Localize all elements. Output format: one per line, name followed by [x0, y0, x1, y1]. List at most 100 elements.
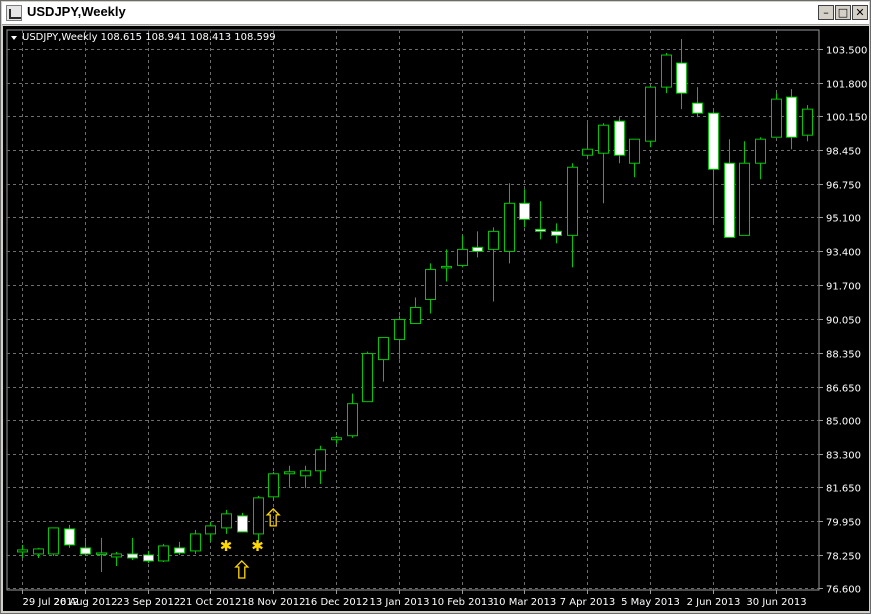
- title-bar[interactable]: USDJPY,Weekly – □ ✕: [2, 2, 869, 25]
- candle: [362, 351, 373, 403]
- dropdown-triangle-icon[interactable]: [11, 36, 17, 40]
- candle-body-bullish: [645, 86, 656, 142]
- minimize-button[interactable]: –: [818, 5, 834, 20]
- y-tick-label: 90.050: [826, 316, 861, 327]
- candle: [190, 529, 201, 554]
- close-button[interactable]: ✕: [852, 5, 868, 20]
- x-tick-label: 5 May 2013: [621, 597, 680, 608]
- candle-body-bullish: [221, 513, 232, 529]
- candle-body-bullish: [755, 138, 766, 164]
- candle-body-bullish: [739, 162, 750, 236]
- candle: [80, 537, 91, 556]
- candle: [504, 183, 515, 264]
- chart-area[interactable]: ✱ ✱ 103.500 101.800 100.150 98.450 96.750 95.1…: [3, 26, 869, 611]
- y-tick-label: 103.500: [826, 46, 867, 57]
- candle: [268, 471, 279, 501]
- candle: [472, 231, 483, 258]
- candle-body-bullish: [802, 108, 813, 136]
- candle: [629, 138, 640, 178]
- candle: [378, 337, 389, 382]
- candle: [755, 137, 766, 180]
- candle: [488, 227, 499, 302]
- chart-window: USDJPY,Weekly – □ ✕ ✱ ✱ 103.500 101.800 100…: [0, 0, 871, 614]
- x-tick-label: 10 Mar 2013: [493, 597, 556, 608]
- star-marker: ✱: [220, 537, 233, 555]
- candle-body-bullish: [111, 553, 122, 558]
- candle-body-bullish: [771, 98, 782, 138]
- candle-body-bearish: [127, 553, 138, 559]
- candle-body-bullish: [441, 265, 452, 269]
- candle: [519, 189, 530, 228]
- candle: [771, 93, 782, 138]
- candle-body-bullish: [205, 525, 216, 535]
- y-tick-label: 88.350: [826, 350, 861, 361]
- candle: [111, 551, 122, 566]
- candle: [284, 465, 295, 488]
- candle: [347, 393, 358, 438]
- y-tick-label: 91.700: [826, 282, 861, 293]
- star-marker: ✱: [251, 537, 264, 555]
- candle-body-bearish: [614, 120, 625, 156]
- candle: [441, 249, 452, 282]
- candle-body-bullish: [598, 124, 609, 154]
- candle: [127, 537, 138, 560]
- candle: [221, 509, 232, 534]
- time-axis: 29 Jul 201226 Aug 2012 23 Sep 2012 21 Oct …: [22, 590, 807, 608]
- candle: [724, 139, 735, 238]
- price-axis: 103.500 101.800 100.150 98.450 96.750 95.100 9…: [819, 46, 867, 596]
- candle: [457, 235, 468, 268]
- candle-body-bullish: [253, 497, 264, 535]
- candle: [661, 53, 672, 94]
- y-tick-label: 95.100: [826, 214, 861, 225]
- candle-body-bullish: [190, 533, 201, 552]
- candle-body-bearish: [519, 202, 530, 220]
- y-tick-label: 98.450: [826, 147, 861, 158]
- x-tick-label: 16 Dec 2012: [305, 597, 369, 608]
- candle-body-bullish: [488, 230, 499, 250]
- candle: [394, 315, 405, 360]
- candle-body-bearish: [472, 246, 483, 252]
- up-arrow-marker: [234, 560, 250, 579]
- chart-app-icon: [6, 5, 22, 21]
- candle: [582, 123, 593, 160]
- candle: [551, 223, 562, 244]
- x-tick-label: 26 Aug 2012: [53, 597, 117, 608]
- candle: [237, 512, 248, 533]
- candle-body-bullish: [17, 549, 28, 553]
- candle-body-bearish: [64, 528, 75, 546]
- candle: [174, 541, 185, 555]
- candle-body-bullish: [284, 471, 295, 475]
- candle-body-bullish: [661, 54, 672, 88]
- candle-body-bullish: [394, 319, 405, 341]
- y-tick-label: 93.400: [826, 248, 861, 259]
- candle-body-bullish: [425, 268, 436, 300]
- candle: [786, 89, 797, 150]
- candle-body-bullish: [96, 552, 107, 555]
- y-tick-label: 83.300: [826, 451, 861, 462]
- y-tick-label: 78.250: [826, 552, 861, 563]
- candle: [253, 495, 264, 542]
- candle-body-bearish: [535, 228, 546, 232]
- y-tick-label: 79.950: [826, 518, 861, 529]
- x-tick-label: 23 Sep 2012: [117, 597, 180, 608]
- candle-body-bearish: [237, 515, 248, 533]
- x-tick-label: 2 Jun 2013: [687, 597, 741, 608]
- maximize-button[interactable]: □: [835, 5, 851, 20]
- candle: [48, 527, 59, 556]
- candle: [567, 163, 578, 268]
- chart-header: USDJPY,Weekly 108.615 108.941 108.413 10…: [11, 32, 276, 43]
- candle: [535, 201, 546, 240]
- y-tick-label: 100.150: [826, 113, 867, 124]
- candle-body-bearish: [708, 112, 719, 170]
- candle: [315, 445, 326, 484]
- candle: [64, 524, 75, 548]
- y-tick-label: 81.650: [826, 484, 861, 495]
- x-tick-label: 21 Oct 2012: [180, 597, 242, 608]
- candle-body-bullish: [158, 545, 169, 562]
- candle: [708, 111, 719, 224]
- candle: [33, 547, 44, 558]
- candle-body-bearish: [676, 62, 687, 94]
- x-tick-label: 30 Jun 2013: [746, 597, 806, 608]
- candle-body-bearish: [80, 547, 91, 555]
- candle: [614, 117, 625, 164]
